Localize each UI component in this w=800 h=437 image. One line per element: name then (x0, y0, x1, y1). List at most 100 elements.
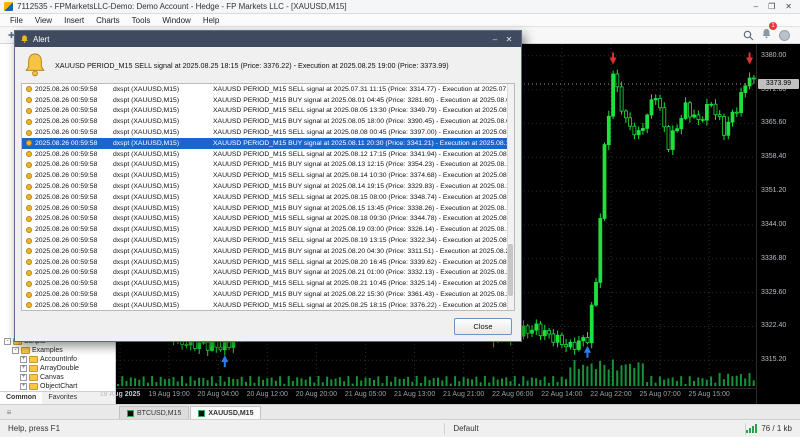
alert-source: dxspt (XAUUSD,M15) (113, 269, 180, 277)
alert-row[interactable]: 2025.08.26 00:59:58 dxspt (XAUUSD,M15) XAU… (22, 160, 514, 171)
alert-message: XAUUSD PERIOD_M15 SELL signal at 2025.08… (213, 107, 514, 115)
navigator-tab-common[interactable]: Common (0, 392, 43, 404)
alert-row[interactable]: 2025.08.26 00:59:58 dxspt (XAUUSD,M15) XAU… (22, 268, 514, 279)
window-maximize-button[interactable]: ❐ (768, 2, 775, 11)
alert-message: XAUUSD PERIOD_M15 SELL signal at 2025.08… (213, 258, 514, 266)
alert-row[interactable]: 2025.08.26 00:59:58 dxspt (XAUUSD,M15) XAU… (22, 289, 514, 300)
alert-time: 2025.08.26 00:59:58 (35, 118, 98, 126)
alert-row[interactable]: 2025.08.26 00:59:58 dxspt (XAUUSD,M15) XAU… (22, 224, 514, 235)
alert-row[interactable]: 2025.08.26 00:59:58 dxspt (XAUUSD,M15) XAU… (22, 106, 514, 117)
price-axis-label: 3336.80 (761, 254, 787, 262)
alert-row[interactable]: 2025.08.26 00:59:58 dxspt (XAUUSD,M15) XAU… (22, 257, 514, 268)
menu-item-view[interactable]: View (29, 14, 58, 27)
chart-tab-xauusd-m15[interactable]: XAUUSD,M15 (190, 406, 262, 419)
alert-source: dxspt (XAUUSD,M15) (113, 85, 180, 93)
sidebar-item-arraydouble[interactable]: + ArrayDouble (0, 364, 115, 373)
menu-item-charts[interactable]: Charts (90, 14, 126, 27)
menu-item-insert[interactable]: Insert (58, 14, 90, 27)
tree-expander-icon[interactable]: - (12, 347, 19, 354)
price-axis[interactable]: 3380.00 3372.80 3365.60 3358.40 3351.20 3344.… (756, 44, 800, 404)
alert-message: XAUUSD PERIOD_M15 BUY signal at 2025.08.… (213, 269, 514, 277)
time-axis-label: 25 Aug 15:00 (688, 391, 730, 398)
alert-source: dxspt (XAUUSD,M15) (113, 204, 180, 212)
alert-time: 2025.08.26 00:59:58 (35, 269, 98, 277)
close-button[interactable]: Close (454, 317, 512, 335)
alert-row[interactable]: 2025.08.26 00:59:58 dxspt (XAUUSD,M15) XAU… (22, 137, 514, 149)
folder-icon (29, 356, 38, 363)
folder-icon (29, 383, 38, 390)
alert-row[interactable]: 2025.08.26 00:59:58 dxspt (XAUUSD,M15) XAU… (22, 116, 514, 127)
alert-message: XAUUSD PERIOD_M15 BUY signal at 2025.08.… (213, 139, 514, 147)
sidebar-item-objectchart[interactable]: + ObjectChart (0, 382, 115, 391)
alert-source: dxspt (XAUUSD,M15) (113, 183, 180, 191)
tree-expander-icon[interactable]: + (20, 365, 27, 372)
alert-message: XAUUSD PERIOD_M15 BUY signal at 2025.08.… (213, 291, 514, 299)
folder-icon (29, 374, 38, 381)
alert-row[interactable]: 2025.08.26 00:59:58 dxspt (XAUUSD,M15) XAU… (22, 235, 514, 246)
sidebar-item-accountinfo[interactable]: + AccountInfo (0, 355, 115, 364)
sidebar-item-examples[interactable]: - Examples (0, 346, 115, 355)
alert-dialog-title-bar[interactable]: Alert – ✕ (15, 31, 521, 47)
tab-list-icon[interactable]: ≡ (3, 407, 15, 418)
row-bell-icon (26, 194, 32, 201)
alert-row[interactable]: 2025.08.26 00:59:58 dxspt (XAUUSD,M15) XAU… (22, 127, 514, 138)
sidebar-item-canvas[interactable]: + Canvas (0, 373, 115, 382)
row-bell-icon (26, 269, 32, 276)
alert-row[interactable]: 2025.08.26 00:59:58 dxspt (XAUUSD,M15) XAU… (22, 149, 514, 160)
alert-source: dxspt (XAUUSD,M15) (113, 301, 180, 309)
tree-expander-icon[interactable]: + (20, 383, 27, 390)
alert-dialog: Alert – ✕ XAUUSD PERIOD_M15 SELL signal … (14, 30, 522, 342)
tree-expander-icon[interactable]: + (20, 374, 27, 381)
menu-item-tools[interactable]: Tools (126, 14, 157, 27)
time-axis[interactable]: 19 Aug 2025 19 Aug 19:00 20 Aug 04:00 20 Au… (100, 388, 756, 404)
alert-time: 2025.08.26 00:59:58 (35, 161, 98, 169)
notifications-bell-icon[interactable]: 1 (761, 22, 777, 44)
search-icon[interactable] (743, 30, 754, 41)
time-axis-label: 20 Aug 20:00 (295, 391, 338, 398)
status-traffic[interactable]: 76 / 1 kb (761, 424, 792, 433)
alert-time: 2025.08.26 00:59:58 (35, 150, 98, 158)
alert-source: dxspt (XAUUSD,M15) (113, 150, 180, 158)
alert-time: 2025.08.26 00:59:58 (35, 107, 98, 115)
alert-message: XAUUSD PERIOD_M15 SELL signal at 2025.08… (213, 237, 514, 245)
tree-expander-icon[interactable]: - (4, 338, 11, 345)
window-close-button[interactable]: ✕ (785, 2, 792, 11)
alert-row[interactable]: 2025.08.26 00:59:58 dxspt (XAUUSD,M15) XAU… (22, 170, 514, 181)
alert-time: 2025.08.26 00:59:58 (35, 258, 98, 266)
row-bell-icon (26, 161, 32, 168)
alert-row[interactable]: 2025.08.26 00:59:58 dxspt (XAUUSD,M15) XAU… (22, 300, 514, 310)
window-minimize-button[interactable]: – (754, 2, 758, 11)
status-profile[interactable]: Default (445, 423, 745, 435)
alert-minimize-button[interactable]: – (488, 35, 502, 44)
menu-item-file[interactable]: File (4, 14, 29, 27)
row-bell-icon (26, 259, 32, 266)
time-axis-label: 21 Aug 21:00 (443, 391, 485, 398)
alert-row[interactable]: 2025.08.26 00:59:58 dxspt (XAUUSD,M15) XAU… (22, 203, 514, 214)
alert-row[interactable]: 2025.08.26 00:59:58 dxspt (XAUUSD,M15) XAU… (22, 84, 514, 95)
alert-message: XAUUSD PERIOD_M15 SELL signal at 2025.08… (213, 150, 514, 158)
alert-row[interactable]: 2025.08.26 00:59:58 dxspt (XAUUSD,M15) XAU… (22, 181, 514, 192)
alert-list[interactable]: 2025.08.26 00:59:58 dxspt (XAUUSD,M15) XAU… (21, 83, 515, 311)
alert-list-scrollbar[interactable] (507, 84, 514, 310)
alert-time: 2025.08.26 00:59:58 (35, 96, 98, 104)
alert-row[interactable]: 2025.08.26 00:59:58 dxspt (XAUUSD,M15) XAU… (22, 95, 514, 106)
menu-item-window[interactable]: Window (156, 14, 196, 27)
alert-row[interactable]: 2025.08.26 00:59:58 dxspt (XAUUSD,M15) XAU… (22, 278, 514, 289)
alert-row[interactable]: 2025.08.26 00:59:58 dxspt (XAUUSD,M15) XAU… (22, 192, 514, 203)
alert-row[interactable]: 2025.08.26 00:59:58 dxspt (XAUUSD,M15) XAU… (22, 246, 514, 257)
alert-source: dxspt (XAUUSD,M15) (113, 161, 180, 169)
navigator-tab-favorites[interactable]: Favorites (42, 392, 83, 404)
time-axis-label: 22 Aug 22:00 (590, 391, 632, 398)
alert-row[interactable]: 2025.08.26 00:59:58 dxspt (XAUUSD,M15) XAU… (22, 214, 514, 225)
tree-expander-icon[interactable]: + (20, 356, 27, 363)
account-avatar[interactable] (779, 29, 790, 41)
alert-source: dxspt (XAUUSD,M15) (113, 107, 180, 115)
app-icon (4, 2, 13, 11)
alert-close-icon[interactable]: ✕ (502, 35, 516, 44)
chart-tab-btcusd-m15[interactable]: BTCUSD,M15 (119, 406, 190, 419)
price-axis-label: 3365.60 (761, 119, 787, 127)
status-help-text: Help, press F1 (8, 423, 61, 433)
alert-time: 2025.08.26 00:59:58 (35, 85, 98, 93)
connection-bars-icon (746, 424, 758, 433)
menu-item-help[interactable]: Help (197, 14, 225, 27)
